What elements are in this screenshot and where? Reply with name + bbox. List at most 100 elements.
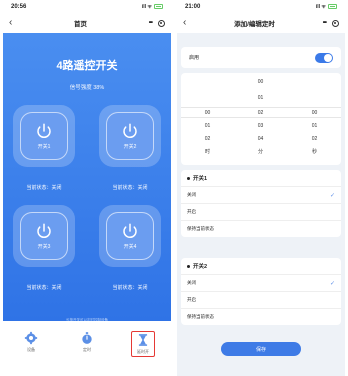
switch-card-4[interactable]: 开关4 [99,205,161,267]
tab-timer[interactable]: 定时 [75,331,99,353]
home-screen: 20:56 ill ᯤ ‹ 首页 ••• 4路遥控开关 信号强度 38% 开关1… [3,0,171,376]
switch-label: 开关1 [37,144,51,150]
bullet-icon [187,264,190,268]
option-label: 保持当前状态 [187,226,214,231]
hour-value: 00 [204,110,211,116]
time-picker[interactable]: 00 01 02 时 00 01 02 03 04 分 00 01 02 秒 [181,73,341,165]
minute-value: 04 [257,136,264,142]
switch-button-2[interactable]: 开关2 [106,112,154,160]
check-icon: ✓ [329,280,335,287]
section-title: 开关1 [181,170,341,186]
save-button[interactable]: 保存 [221,342,301,356]
enable-label: 启用 [189,55,200,61]
bullet-icon [187,176,190,180]
tab-label: 延时开 [137,349,149,354]
second-value: 02 [311,136,318,142]
section-title: 开关2 [181,258,341,274]
option-off[interactable]: 关闭 ✓ [181,274,341,291]
switch-status: 当前状态：关闭 [112,285,148,291]
switch-card-1[interactable]: 开关1 [13,105,75,167]
option-off[interactable]: 关闭 ✓ [181,186,341,203]
status-time: 20:56 [11,3,27,10]
option-keep[interactable]: 保持当前状态 [181,308,341,325]
check-icon: ✓ [329,192,335,199]
minute-column[interactable]: 00 01 02 03 04 分 [234,73,287,165]
back-icon[interactable]: ‹ [9,18,12,28]
option-on[interactable]: 开启 [181,203,341,220]
close-capsule-icon[interactable] [158,19,165,27]
switch-status: 当前状态：关闭 [112,185,148,191]
capsule-menu[interactable]: ••• [323,19,339,27]
status-icons: ill ᯤ [142,4,163,10]
tab-device[interactable]: 设备 [19,331,43,353]
tab-delay[interactable]: 延时开 [131,331,155,357]
status-bar: 21:00 ill ᯤ [177,0,345,13]
second-unit: 秒 [311,149,317,155]
switch-label: 开关2 [123,144,137,150]
hour-column[interactable]: 00 01 02 时 [181,73,234,165]
edit-timer-screen: 21:00 ill ᯤ ‹ 添加/编辑定时 ••• 启用 00 01 02 时 … [177,0,345,376]
stopwatch-icon [82,332,92,344]
section-title-text: 开关2 [193,264,208,270]
switch-card-2[interactable]: 开关2 [99,105,161,167]
enable-row: 启用 [181,47,341,68]
option-keep[interactable]: 保持当前状态 [181,220,341,237]
more-icon[interactable]: ••• [149,20,153,26]
option-label: 关闭 [187,280,196,285]
tab-label: 定时 [83,347,91,352]
power-icon [37,223,51,239]
page-title: 首页 [74,21,88,28]
option-on[interactable]: 开启 [181,291,341,308]
second-value: 01 [311,123,318,129]
status-icons: ill ᯤ [316,4,337,10]
minute-value: 00 [257,79,264,85]
switch1-section: 开关1 关闭 ✓ 开启 保持当前状态 [181,170,341,237]
power-icon [123,123,137,139]
nav-bar: ‹ 首页 ••• [3,13,171,33]
option-label: 关闭 [187,192,196,197]
switch-button-3[interactable]: 开关3 [20,212,68,260]
tab-bar: 设备 定时 延时开 [3,321,171,376]
minute-value: 01 [257,95,264,101]
switch-card-3[interactable]: 开关3 [13,205,75,267]
option-label: 开启 [187,297,196,302]
second-column[interactable]: 00 01 02 秒 [288,73,341,165]
status-time: 21:00 [185,3,201,10]
panel-title: 4路遥控开关 [56,60,118,72]
minute-value: 03 [257,123,264,129]
power-icon [123,223,137,239]
signal-strength: 信号强度 38% [69,85,105,91]
battery-icon [328,4,337,9]
power-icon [37,123,51,139]
hour-value: 02 [204,136,211,142]
enable-toggle[interactable] [315,52,333,63]
battery-icon [154,4,163,9]
close-capsule-icon[interactable] [332,19,339,27]
switch-status: 当前状态：关闭 [26,285,62,291]
minute-unit: 分 [257,149,263,155]
switch-status: 当前状态：关闭 [26,185,62,191]
switch-label: 开关3 [37,244,51,250]
gear-icon [24,331,38,345]
minute-value: 02 [257,110,264,116]
second-value: 00 [311,110,318,116]
hour-value: 01 [204,123,211,129]
switch-label: 开关4 [123,244,137,250]
status-bar: 20:56 ill ᯤ [3,0,171,13]
tab-label: 设备 [27,347,35,352]
switch2-section: 开关2 关闭 ✓ 开启 保持当前状态 [181,258,341,325]
signal-wifi-icon: ill ᯤ [315,3,326,10]
capsule-menu[interactable]: ••• [149,19,165,27]
remote-panel: 4路遥控开关 信号强度 38% 开关1 当前状态：关闭 开关2 当前状态：关闭 … [3,33,171,321]
switch-button-4[interactable]: 开关4 [106,212,154,260]
hour-unit: 时 [204,149,210,155]
section-title-text: 开关1 [193,176,208,182]
switch-button-1[interactable]: 开关1 [20,112,68,160]
option-label: 保持当前状态 [187,314,214,319]
more-icon[interactable]: ••• [323,20,327,26]
signal-wifi-icon: ill ᯤ [141,3,152,10]
nav-bar: ‹ 添加/编辑定时 ••• [177,13,345,33]
page-title: 添加/编辑定时 [234,21,275,28]
option-label: 开启 [187,209,196,214]
back-icon[interactable]: ‹ [183,18,186,28]
